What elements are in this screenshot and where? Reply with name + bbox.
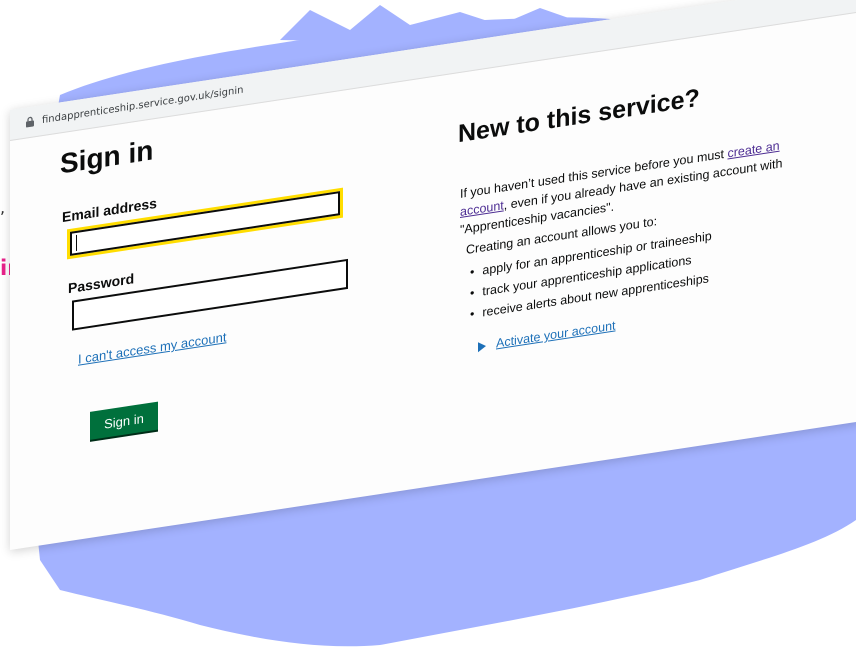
password-field[interactable] [72, 258, 348, 331]
text-caret [76, 234, 77, 252]
activate-account-link[interactable]: Activate your account [496, 318, 616, 350]
screenshot-stage: , in findapprenticeship.service.gov.uk/s… [0, 0, 856, 656]
cropped-comma-text: , [0, 198, 6, 217]
email-field[interactable] [67, 187, 343, 260]
activate-account-toggle[interactable]: Activate your account [478, 318, 616, 353]
lock-icon [26, 116, 34, 128]
sign-in-button[interactable]: Sign in [90, 401, 158, 440]
triangle-right-icon [478, 340, 486, 352]
new-to-service-heading: New to this service? [458, 83, 700, 149]
sign-in-heading: Sign in [60, 134, 154, 180]
cant-access-account-link[interactable]: I can't access my account [78, 329, 226, 366]
